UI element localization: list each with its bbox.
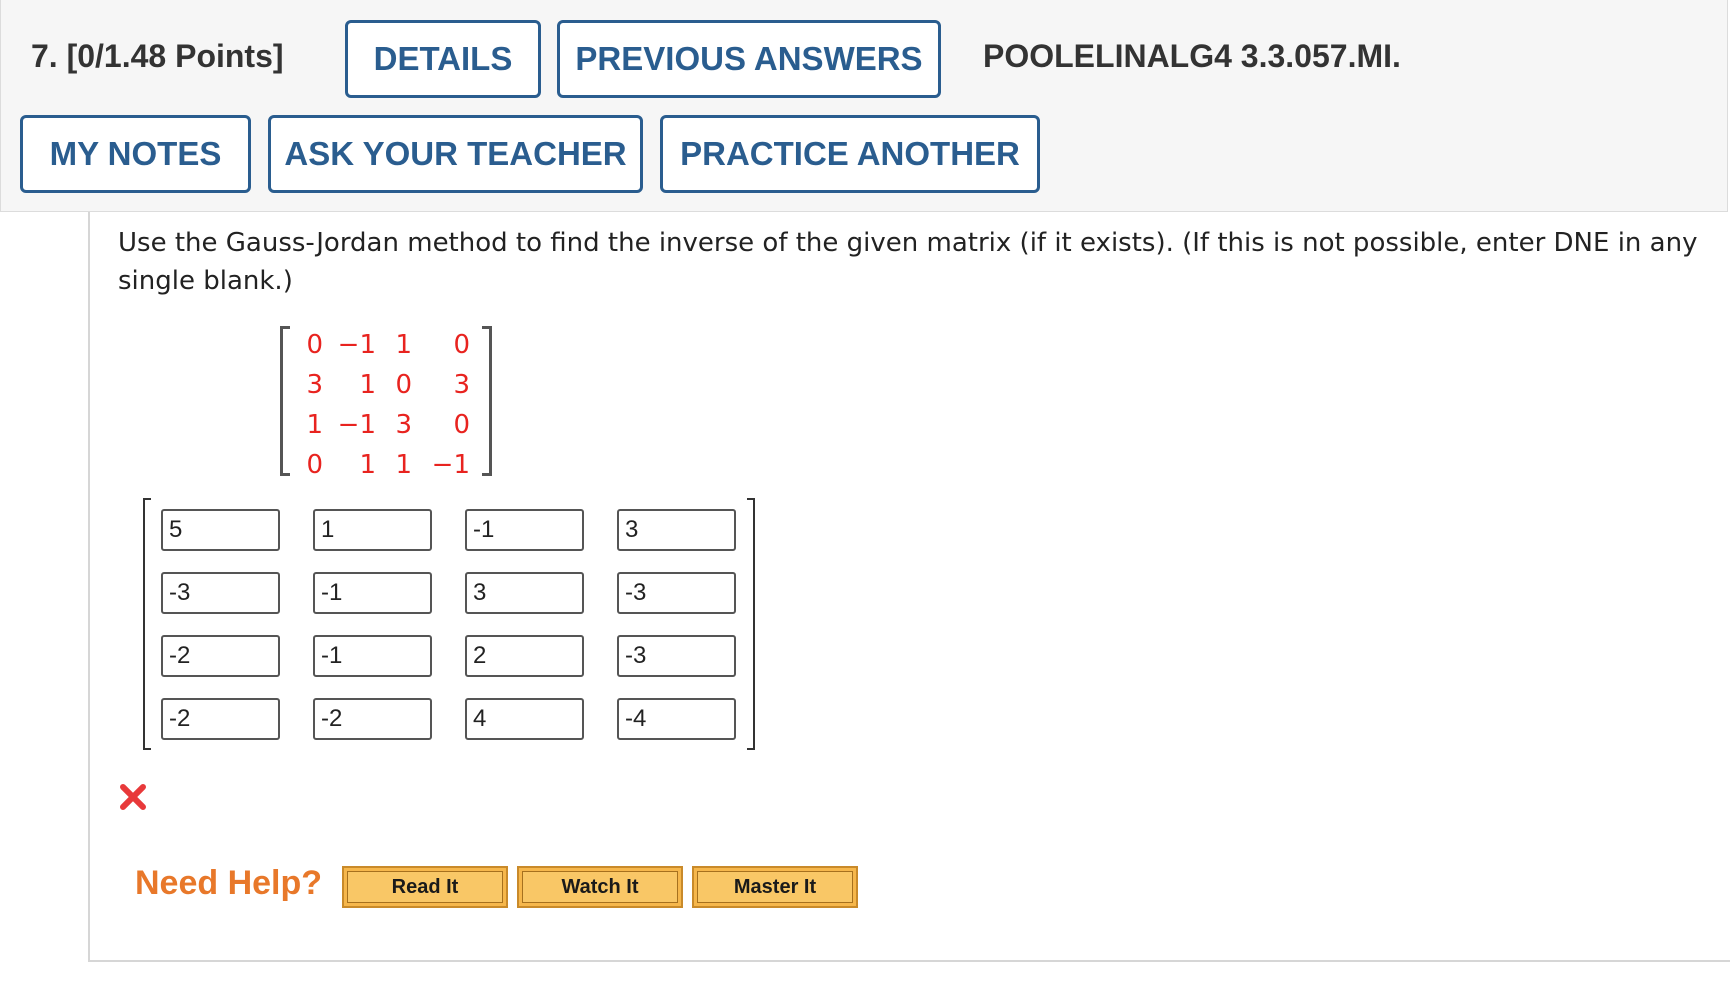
details-button[interactable]: DETAILS xyxy=(345,20,541,98)
read-it-label: Read It xyxy=(347,871,503,903)
read-it-button[interactable]: Read It xyxy=(342,866,508,908)
given-cell: 0 xyxy=(306,330,323,360)
practice-another-button[interactable]: PRACTICE ANOTHER xyxy=(660,115,1040,193)
answer-input[interactable] xyxy=(161,572,280,614)
incorrect-x-icon xyxy=(118,782,148,812)
answer-input[interactable] xyxy=(465,509,584,551)
answer-input[interactable] xyxy=(617,698,736,740)
question-prompt: Use the Gauss-Jordan method to find the … xyxy=(118,228,1698,296)
ask-your-teacher-button[interactable]: ASK YOUR TEACHER xyxy=(268,115,643,193)
watch-it-label: Watch It xyxy=(522,871,678,903)
given-cell: 1 xyxy=(395,450,412,480)
answer-input[interactable] xyxy=(313,572,432,614)
my-notes-button[interactable]: MY NOTES xyxy=(20,115,251,193)
given-cell: −1 xyxy=(431,450,470,480)
matrix-right-bracket xyxy=(747,498,755,750)
need-help-label: Need Help? xyxy=(135,864,323,902)
answer-input[interactable] xyxy=(161,509,280,551)
answer-input[interactable] xyxy=(313,698,432,740)
answer-input[interactable] xyxy=(465,572,584,614)
given-cell: 0 xyxy=(395,370,412,400)
master-it-label: Master It xyxy=(697,871,853,903)
answer-input[interactable] xyxy=(161,635,280,677)
question-label: 7. [0/1.48 Points] xyxy=(31,38,284,74)
master-it-button[interactable]: Master It xyxy=(692,866,858,908)
answer-input[interactable] xyxy=(617,635,736,677)
answer-input[interactable] xyxy=(313,509,432,551)
answer-input[interactable] xyxy=(313,635,432,677)
question-header: 7. [0/1.48 Points] DETAILS PREVIOUS ANSW… xyxy=(0,0,1728,212)
matrix-left-bracket xyxy=(143,498,151,750)
given-cell: 3 xyxy=(453,370,470,400)
answer-matrix xyxy=(143,498,755,750)
given-cell: 0 xyxy=(306,450,323,480)
answer-input[interactable] xyxy=(161,698,280,740)
answer-input[interactable] xyxy=(465,635,584,677)
given-cell: 3 xyxy=(306,370,323,400)
watch-it-button[interactable]: Watch It xyxy=(517,866,683,908)
answer-input[interactable] xyxy=(617,509,736,551)
given-cell: 3 xyxy=(395,410,412,440)
answer-input[interactable] xyxy=(617,572,736,614)
given-cell: 1 xyxy=(306,410,323,440)
previous-answers-button[interactable]: PREVIOUS ANSWERS xyxy=(557,20,941,98)
given-cell: 0 xyxy=(453,330,470,360)
problem-reference: POOLELINALG4 3.3.057.MI. xyxy=(983,38,1401,74)
matrix-right-bracket xyxy=(482,326,492,476)
given-cell: 0 xyxy=(453,410,470,440)
answer-input[interactable] xyxy=(465,698,584,740)
given-matrix: 0 −1 1 0 3 1 0 3 1 −1 3 0 0 1 1 −1 xyxy=(280,326,492,480)
given-cell: 1 xyxy=(395,330,412,360)
